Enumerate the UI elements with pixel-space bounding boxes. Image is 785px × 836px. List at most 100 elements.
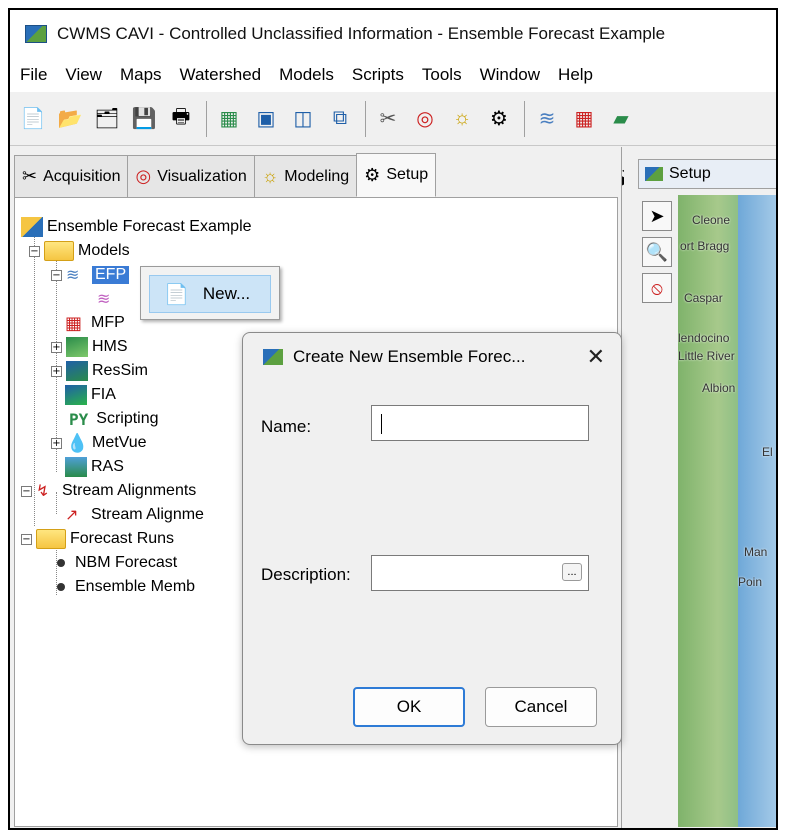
tab-label: Modeling xyxy=(284,167,350,185)
tree-node-efp-child[interactable]: ≋ xyxy=(97,288,123,310)
window-title: CWMS CAVI - Controlled Unclassified Info… xyxy=(57,24,666,43)
ensemble-icon[interactable]: ≋ xyxy=(532,104,562,134)
tree-node-label: Stream Alignments xyxy=(62,482,197,499)
ellipsis-button[interactable]: ... xyxy=(562,563,582,581)
map-tab-label: Setup xyxy=(669,165,711,182)
map-label: lendocino xyxy=(678,331,730,345)
folder-icon xyxy=(36,529,66,549)
map-label: Poin xyxy=(738,575,763,589)
collapse-toggle[interactable]: − xyxy=(51,269,62,281)
map-label: Caspar xyxy=(684,291,723,305)
tree-node-ressim[interactable]: + ResSim xyxy=(51,360,148,382)
context-menu-new[interactable]: 📄 New... xyxy=(149,275,271,313)
tree-add-icon[interactable]: ▦ xyxy=(214,104,244,134)
description-field[interactable]: ... xyxy=(371,555,589,591)
name-field[interactable] xyxy=(371,405,589,441)
collapse-toggle[interactable]: − xyxy=(21,533,32,545)
zoom-tool-button[interactable]: 🔍 xyxy=(642,237,672,267)
toolbar-separator xyxy=(206,100,207,137)
tree-node-stream-alignment[interactable]: ↗ Stream Alignme xyxy=(65,504,204,526)
menu-file[interactable]: File xyxy=(18,65,49,85)
tree-root[interactable]: Ensemble Forecast Example xyxy=(21,216,252,238)
tree-node-label: Forecast Runs xyxy=(70,530,175,547)
tree-node-stream-alignments[interactable]: − ↯ Stream Alignments xyxy=(21,480,196,502)
ensemble-icon: ≋ xyxy=(97,291,111,308)
tree-node-nbm-forecast[interactable]: NBM Forecast xyxy=(51,552,177,574)
tab-label: Visualization xyxy=(157,167,247,185)
tab-label: Setup xyxy=(386,166,429,183)
watershed-icon xyxy=(21,217,43,237)
tab-setup[interactable]: ⚙ Setup xyxy=(356,153,437,197)
stream-tool-button[interactable]: ⦸ xyxy=(642,273,672,303)
tree-node-efp[interactable]: − ≋ EFP xyxy=(51,264,130,286)
fia-icon xyxy=(65,385,87,405)
cancel-button[interactable]: Cancel xyxy=(485,687,597,727)
visualization-icon[interactable]: ◎ xyxy=(410,104,440,134)
map-view[interactable]: Cleone ort Bragg Caspar lendocino Little… xyxy=(678,195,776,827)
collapse-toggle[interactable]: − xyxy=(21,485,32,497)
tree-node-mfp[interactable]: ▦ MFP xyxy=(65,312,125,334)
ras-icon xyxy=(65,457,87,477)
title-bar: CWMS CAVI - Controlled Unclassified Info… xyxy=(10,10,776,58)
window-cascade-icon[interactable]: ⧉ xyxy=(325,104,355,134)
open-watershed-icon[interactable]: 📂 xyxy=(55,104,85,134)
tab-modeling[interactable]: ☼ Modeling xyxy=(253,155,358,197)
grid-icon[interactable]: ▦ xyxy=(569,104,599,134)
menu-scripts[interactable]: Scripts xyxy=(350,65,406,85)
menu-window[interactable]: Window xyxy=(478,65,542,85)
grid-icon: ▦ xyxy=(65,313,83,333)
tree-node-label: RAS xyxy=(91,458,124,475)
name-label: Name: xyxy=(261,417,312,436)
tree-node-hms[interactable]: + HMS xyxy=(51,336,128,358)
map-icon[interactable]: ▰ xyxy=(606,104,636,134)
tree-node-forecast-runs[interactable]: − Forecast Runs xyxy=(21,528,174,550)
menu-help[interactable]: Help xyxy=(556,65,595,85)
pointer-tool-button[interactable]: ➤ xyxy=(642,201,672,231)
create-dialog: Create New Ensemble Forec... ✕ Name: Des… xyxy=(242,332,622,745)
expand-toggle[interactable]: + xyxy=(51,437,62,449)
tree-node-label: Ensemble Memb xyxy=(75,578,196,595)
import-icon[interactable]: 🗂 xyxy=(92,104,122,134)
tab-visualization[interactable]: ◎ Visualization xyxy=(127,155,255,197)
map-panel: Setup ➤ 🔍 ⦸ Cleone ort Bragg Caspar lend… xyxy=(624,147,776,828)
save-icon[interactable]: 💾 xyxy=(129,104,159,134)
panel-layout-icon[interactable]: ◫ xyxy=(288,104,318,134)
close-icon[interactable]: ✕ xyxy=(587,345,605,370)
tree-node-ras[interactable]: RAS xyxy=(65,456,124,478)
menu-models[interactable]: Models xyxy=(277,65,336,85)
text-caret xyxy=(381,414,382,434)
menu-view[interactable]: View xyxy=(63,65,104,85)
ok-button[interactable]: OK xyxy=(353,687,465,727)
tree-root-label: Ensemble Forecast Example xyxy=(47,218,252,235)
tree-node-label: FIA xyxy=(91,386,116,403)
tab-acquisition[interactable]: ✂ Acquisition xyxy=(14,155,129,197)
dialog-title: Create New Ensemble Forec... xyxy=(293,347,526,366)
tree-node-models[interactable]: − Models xyxy=(29,240,130,262)
tab-map-setup[interactable]: Setup xyxy=(638,159,776,189)
acquisition-icon[interactable]: ✂ xyxy=(373,104,403,134)
tree-node-label: MetVue xyxy=(92,434,147,451)
new-document-icon: 📄 xyxy=(164,283,189,306)
expand-toggle[interactable]: + xyxy=(51,365,62,377)
tree-node-metvue[interactable]: + 💧 MetVue xyxy=(51,432,147,454)
tree-node-scripting[interactable]: PY Scripting xyxy=(69,408,159,430)
tree-node-ensemble-member[interactable]: Ensemble Memb xyxy=(51,576,195,598)
collapse-toggle[interactable]: − xyxy=(29,245,40,257)
new-watershed-icon[interactable]: 📄 xyxy=(18,104,48,134)
stream-alignment-icon: ↯ xyxy=(36,483,50,500)
tree-node-label: NBM Forecast xyxy=(75,554,178,571)
tree-edit-icon[interactable]: ▣ xyxy=(251,104,281,134)
menu-tools[interactable]: Tools xyxy=(420,65,464,85)
tree-node-fia[interactable]: FIA xyxy=(65,384,116,406)
menu-maps[interactable]: Maps xyxy=(118,65,164,85)
modeling-icon[interactable]: ☼ xyxy=(447,104,477,134)
menu-watershed[interactable]: Watershed xyxy=(178,65,264,85)
print-icon[interactable]: 🖶 xyxy=(166,104,196,134)
description-label: Description: xyxy=(261,565,351,584)
hms-icon xyxy=(66,337,88,357)
ensemble-icon: ≋ xyxy=(66,267,80,284)
setup-icon[interactable]: ⚙ xyxy=(484,104,514,134)
tree-node-label: MFP xyxy=(91,314,125,331)
dialog-title-bar[interactable]: Create New Ensemble Forec... xyxy=(243,333,621,381)
expand-toggle[interactable]: + xyxy=(51,341,62,353)
